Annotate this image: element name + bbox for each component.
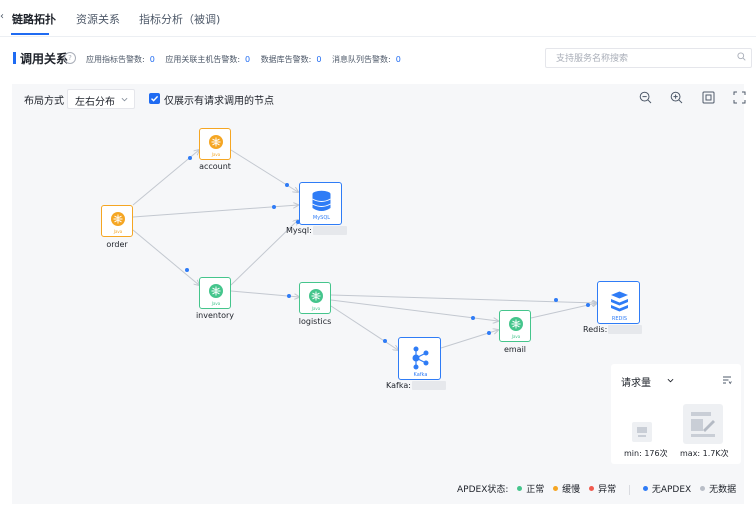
stat-label: 数据库告警数: (260, 55, 312, 64)
tab-metric-analysis[interactable]: 指标分析（被调) (139, 11, 220, 27)
redacted-host (608, 325, 643, 334)
search-icon[interactable] (737, 52, 746, 61)
legend-item-slow: 缓慢 (553, 482, 580, 495)
node-badge: REDIS (612, 316, 627, 322)
java-icon: Java (209, 135, 223, 157)
service-search (545, 48, 752, 69)
redacted-host (312, 226, 347, 235)
section-accent-bar (13, 52, 16, 64)
search-input[interactable] (554, 49, 738, 69)
layout-select-value: 左右分布 (75, 97, 115, 108)
checkbox-label: 仅展示有请求调用的节点 (164, 96, 274, 107)
metric-panel: 请求量 min: 176次 max: 1.7K次 (611, 364, 741, 464)
node-label: logistics (298, 317, 332, 326)
svg-text:Java: Java (113, 229, 123, 234)
request-nodes-checkbox[interactable] (149, 93, 160, 104)
zoom-out-icon[interactable] (639, 91, 652, 104)
fit-view-icon[interactable] (702, 91, 715, 104)
help-icon[interactable]: ? (64, 52, 76, 64)
active-tab-indicator (11, 33, 49, 35)
node-inventory[interactable]: Java (199, 277, 231, 309)
metric-min-label: min: 176次 (624, 449, 668, 458)
kafka-icon: Kafka (412, 346, 429, 378)
legend-prefix: APDEX状态: (457, 485, 509, 495)
legend-item-no-apdex: 无APDEX (642, 482, 691, 495)
small-node-icon (632, 422, 652, 442)
legend-item-no-data: 无数据 (700, 482, 736, 495)
node-label: email (503, 345, 527, 354)
stat-value: 0 (245, 55, 251, 64)
stat-value: 0 (316, 55, 322, 64)
tab-link-topology[interactable]: 链路拓扑 (12, 11, 56, 27)
layout-select[interactable]: 左右分布 (67, 89, 135, 109)
node-account[interactable]: Java (199, 128, 231, 160)
stat-value: 0 (395, 55, 401, 64)
node-label: inventory (195, 311, 235, 320)
legend-item-normal: 正常 (517, 482, 544, 495)
tab-resource-relation[interactable]: 资源关系 (76, 11, 120, 27)
node-label: order (106, 240, 128, 249)
stat-label: 应用关联主机告警数: (165, 55, 241, 64)
java-icon: Java (111, 212, 125, 234)
stat-label: 应用指标告警数: (86, 55, 145, 64)
stat-value: 0 (149, 55, 155, 64)
chevron-down-icon (121, 97, 128, 102)
node-redis[interactable]: REDIS (597, 281, 640, 324)
node-order[interactable]: Java (101, 205, 133, 237)
apdex-legend: APDEX状态: 正常 缓慢 异常 无APDEX 无数据 (457, 482, 736, 495)
svg-text:Java: Java (511, 334, 521, 339)
node-label: Kafka: (386, 381, 446, 390)
node-label: account (199, 162, 231, 171)
node-badge: MySQL (313, 215, 330, 221)
node-badge: Kafka (414, 372, 428, 378)
node-label: Redis: (583, 325, 643, 334)
node-kafka[interactable]: Kafka (398, 337, 441, 380)
redis-icon: REDIS (611, 291, 628, 322)
svg-text:Java: Java (211, 152, 221, 157)
redacted-host (411, 381, 446, 390)
metric-max-label: max: 1.7K次 (680, 449, 729, 458)
check-icon (151, 95, 159, 102)
database-icon: MySQL (312, 190, 331, 221)
node-logistics[interactable]: Java (299, 282, 331, 314)
section-title: 调用关系 (20, 52, 69, 66)
large-node-icon (683, 404, 723, 444)
metric-select[interactable]: 请求量 (621, 374, 651, 389)
java-icon: Java (509, 317, 523, 339)
alert-stats: 应用指标告警数: 0 应用关联主机告警数: 0 数据库告警数: 0 消息队列告警数: 0 (86, 54, 409, 65)
java-icon: Java (309, 289, 323, 311)
node-email[interactable]: Java (499, 310, 531, 342)
svg-text:Java: Java (311, 306, 321, 311)
chevron-left-icon[interactable]: ‹ (0, 11, 4, 22)
legend-separator (628, 484, 630, 495)
fullscreen-icon[interactable] (733, 91, 746, 104)
stat-label: 消息队列告警数: (332, 55, 391, 64)
tab-bar: ‹ 链路拓扑 资源关系 指标分析（被调) (0, 0, 756, 37)
node-mysql[interactable]: MySQL (299, 182, 342, 225)
zoom-in-icon[interactable] (670, 91, 683, 104)
layout-label: 布局方式 (24, 96, 64, 107)
chevron-down-icon[interactable] (667, 377, 674, 384)
java-icon: Java (209, 284, 223, 306)
node-label: Mysql: (286, 226, 347, 235)
legend-item-error: 异常 (589, 482, 616, 495)
svg-text:Java: Java (211, 301, 221, 306)
sort-icon[interactable] (722, 375, 732, 385)
